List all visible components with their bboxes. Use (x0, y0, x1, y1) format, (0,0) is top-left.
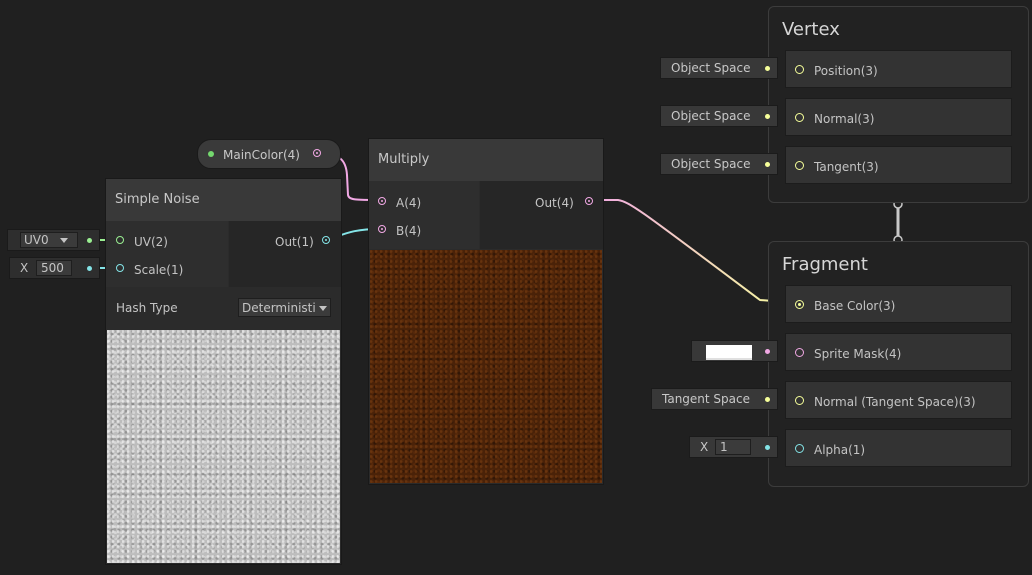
position-port[interactable] (795, 65, 804, 74)
hash-type-label: Hash Type (116, 301, 178, 315)
alpha-value-input[interactable]: 1 (715, 439, 751, 455)
fragment-title: Fragment (782, 254, 868, 275)
base-color-port[interactable] (795, 300, 804, 309)
noise-out-label: Out(1) (275, 235, 314, 249)
fragment-block-normal[interactable]: Normal (Tangent Space)(3) (785, 381, 1012, 419)
multiply-preview (370, 250, 602, 483)
alpha-value-chip: X 1 (689, 436, 778, 458)
scale-input-field: X 500 (9, 257, 100, 279)
fragment-block-alpha[interactable]: Alpha(1) (785, 429, 1012, 467)
maincolor-label: MainColor(4) (223, 148, 300, 162)
fragment-normal-port[interactable] (795, 396, 804, 405)
fragment-block-sprite-mask[interactable]: Sprite Mask(4) (785, 333, 1012, 371)
input-b-label: B(4) (396, 224, 422, 238)
multiply-outputs (480, 181, 603, 249)
input-b-port[interactable] (378, 225, 386, 233)
sprite-mask-port[interactable] (795, 348, 804, 357)
scale-value-input[interactable]: 500 (36, 260, 72, 276)
position-space-chip[interactable]: Object Space (660, 57, 778, 79)
vertex-block-normal[interactable]: Normal(3) (785, 98, 1012, 136)
scale-input-port[interactable] (116, 264, 124, 272)
hash-type-row: Hash Type Deterministi (106, 289, 341, 329)
vertex-block-tangent[interactable]: Tangent(3) (785, 146, 1012, 184)
chevron-down-icon (319, 306, 327, 311)
maincolor-property-node[interactable]: MainColor(4) (197, 139, 341, 169)
chevron-down-icon (60, 238, 68, 243)
tangent-space-chip[interactable]: Object Space (660, 153, 778, 175)
multiply-inputs (369, 181, 479, 249)
sprite-mask-color-chip[interactable] (691, 340, 778, 362)
simple-noise-preview (107, 330, 340, 563)
multiply-out-label: Out(4) (535, 196, 574, 210)
alpha-port[interactable] (795, 444, 804, 453)
noise-output-port[interactable] (322, 236, 330, 244)
vertex-block-position[interactable]: Position(3) (785, 50, 1012, 88)
property-exposed-dot (208, 151, 214, 157)
multiply-title[interactable]: Multiply (369, 139, 603, 181)
simple-noise-title[interactable]: Simple Noise (106, 179, 341, 221)
color-swatch[interactable] (706, 345, 752, 360)
uv-field-connector[interactable] (87, 238, 92, 243)
uv-channel-value: UV0 (24, 233, 49, 247)
uv-port-label: UV(2) (134, 235, 168, 249)
hash-type-dropdown[interactable]: Deterministi (238, 298, 331, 317)
normal-port[interactable] (795, 113, 804, 122)
multiply-output-port[interactable] (585, 197, 593, 205)
uv-input-port[interactable] (116, 236, 124, 244)
uv-input-field: UV0 (7, 229, 100, 251)
scale-field-connector[interactable] (87, 266, 92, 271)
fragment-block-base-color[interactable]: Base Color(3) (785, 285, 1012, 323)
multiply-node[interactable]: Multiply A(4) B(4) Out(4) (368, 138, 604, 485)
scale-port-label: Scale(1) (134, 263, 184, 277)
simple-noise-outputs (229, 221, 341, 287)
tangent-port[interactable] (795, 161, 804, 170)
alpha-axis-label: X (700, 440, 709, 454)
uv-channel-dropdown[interactable]: UV0 (20, 232, 78, 248)
maincolor-output-port[interactable] (313, 149, 321, 157)
normal-space-chip[interactable]: Object Space (660, 105, 778, 127)
input-a-port[interactable] (378, 197, 386, 205)
input-a-label: A(4) (396, 196, 422, 210)
simple-noise-node[interactable]: Simple Noise UV(2) Scale(1) Out(1) Hash … (105, 178, 342, 565)
scale-axis-label: X (20, 261, 29, 275)
vertex-title: Vertex (782, 19, 840, 40)
simple-noise-inputs (106, 221, 228, 287)
normal-space-fragment-chip[interactable]: Tangent Space (651, 388, 778, 410)
